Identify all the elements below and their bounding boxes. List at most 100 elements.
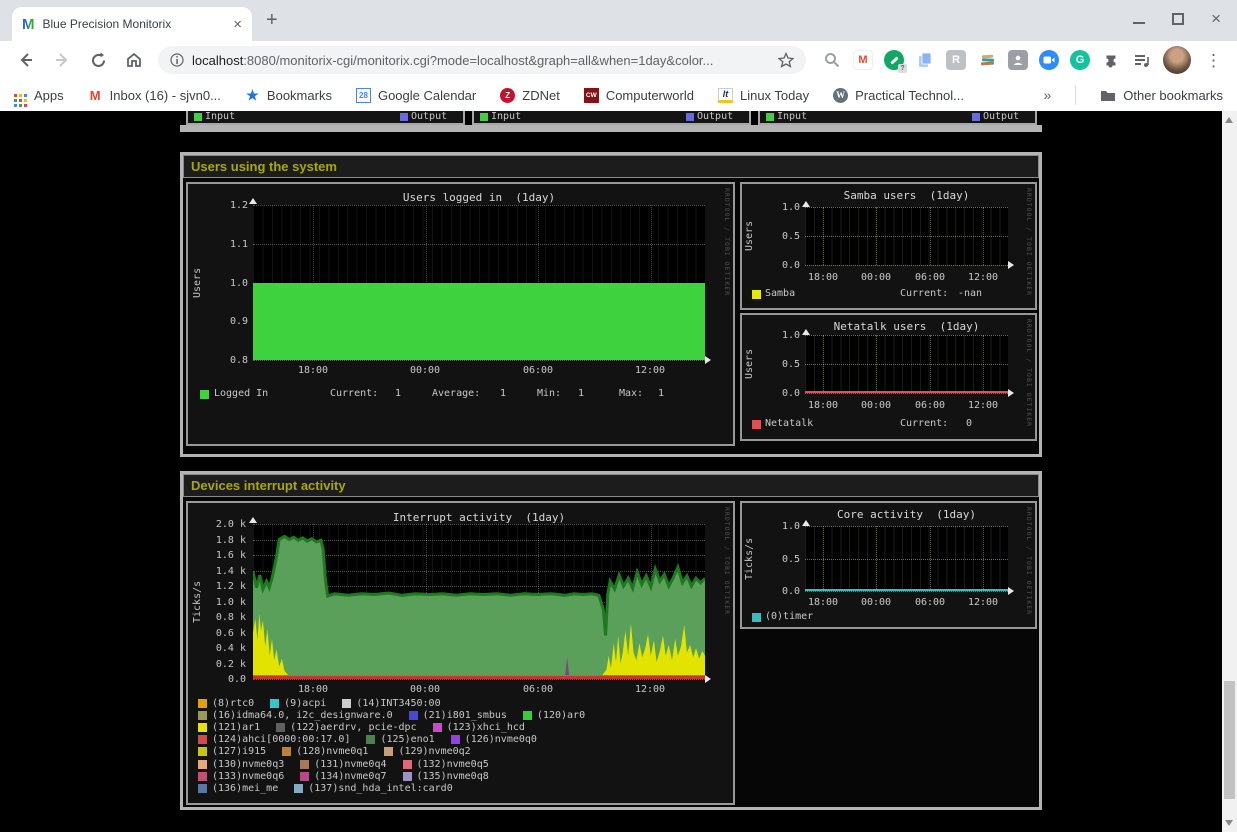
bookmarks-overflow-chevron[interactable]: »: [1044, 87, 1052, 103]
legend-swatch: [409, 711, 418, 720]
x-tick: 18:00: [803, 272, 843, 283]
legend-label: Netatalk: [765, 418, 813, 429]
x-tick: 12:00: [630, 365, 670, 376]
book-stack-icon: [979, 52, 996, 68]
legend-swatch: [282, 747, 291, 756]
legend-label: (129)nvme0q2: [398, 746, 470, 757]
forward-arrow-icon: [53, 51, 71, 69]
forward-button[interactable]: [46, 46, 78, 74]
r-extension-icon[interactable]: R: [946, 50, 966, 70]
search-extension-icon[interactable]: [822, 50, 842, 70]
legend-label: (122)aerdrv, pcie-dpc: [290, 722, 416, 733]
y-tick: 1.6 k: [202, 550, 246, 561]
y-axis-arrow-icon: [249, 198, 257, 204]
url-text[interactable]: localhost:8080/monitorix-cgi/monitorix.c…: [192, 53, 770, 68]
x-tick: 18:00: [293, 684, 333, 695]
logged-in-area-series: [253, 283, 705, 361]
y-tick: 0.9: [204, 316, 248, 327]
vertical-scrollbar[interactable]: [1222, 111, 1237, 832]
copy-pages-extension-icon[interactable]: [915, 50, 935, 70]
legend-swatch: [403, 772, 412, 781]
home-button[interactable]: [118, 46, 150, 74]
bookmark-practical-technology[interactable]: W Practical Technol...: [833, 88, 964, 103]
graph-users-logged-in[interactable]: RRDTOOL / TOBI OETIKER Users logged in (…: [186, 182, 735, 446]
graph-interrupt-activity[interactable]: RRDTOOL / TOBI OETIKER Interrupt activit…: [186, 501, 735, 805]
bookmark-inbox[interactable]: M Inbox (16) - sjvn0...: [88, 88, 221, 103]
tab-title: Blue Precision Monitorix: [43, 17, 226, 31]
legend-swatch: [300, 760, 309, 769]
x-tick: 18:00: [293, 365, 333, 376]
legend-swatch: [403, 760, 412, 769]
home-icon: [125, 51, 143, 69]
bookmark-computerworld[interactable]: CW Computerworld: [584, 88, 694, 103]
graph-panel-cut-1[interactable]: Input Output: [186, 111, 465, 125]
bookmark-zdnet[interactable]: Z ZDNet: [500, 88, 560, 103]
y-tick: 1.8 k: [202, 535, 246, 546]
legend-label: (16)idma64.0, i2c_designware.0: [212, 710, 393, 721]
window-minimize-button[interactable]: [1133, 15, 1145, 24]
reload-button[interactable]: [82, 46, 114, 74]
y-tick: 0.5: [756, 554, 800, 565]
person-card-extension-icon[interactable]: [1008, 50, 1028, 70]
other-bookmarks-folder[interactable]: Other bookmarks: [1100, 88, 1223, 103]
url-bar[interactable]: localhost:8080/monitorix-cgi/monitorix.c…: [158, 46, 806, 74]
back-button[interactable]: [10, 46, 42, 74]
page-viewport: Input Output Input Output Input Output U…: [0, 111, 1237, 832]
playlist-icon: [1134, 53, 1151, 68]
graph-netatalk-users[interactable]: RRDTOOL / TOBI OETIKER Netatalk users (1…: [740, 313, 1037, 441]
graph-panel-cut-2[interactable]: Input Output: [472, 111, 751, 125]
plot-area: [805, 207, 1008, 265]
person-icon: [1012, 54, 1024, 66]
video-call-extension-icon[interactable]: [1039, 50, 1059, 70]
extensions-puzzle-icon[interactable]: [1101, 50, 1121, 70]
legend-swatch: [294, 784, 303, 793]
bookmark-label: ZDNet: [522, 88, 560, 103]
tab-close-icon[interactable]: ×: [233, 17, 242, 32]
legend-swatch: [366, 735, 375, 744]
y-tick: 0.0: [756, 388, 800, 399]
new-tab-button[interactable]: +: [266, 9, 278, 32]
legend-label: (124)ahci[0000:00:17.0]: [212, 734, 350, 745]
y-axis-label: Users: [744, 335, 755, 393]
bookmark-linux-today[interactable]: lt Linux Today: [718, 88, 809, 103]
window-maximize-button[interactable]: [1172, 13, 1184, 25]
books-extension-icon[interactable]: [977, 50, 997, 70]
gmail-extension-icon[interactable]: M: [853, 50, 873, 70]
x-tick: 06:00: [518, 684, 558, 695]
bookmark-star-icon[interactable]: [778, 52, 794, 68]
scrollbar-up-arrow-icon[interactable]: [1225, 117, 1233, 123]
computerworld-icon: CW: [584, 88, 599, 103]
legend-label: (0)timer: [765, 611, 813, 622]
legend-label: (120)ar0: [537, 710, 585, 721]
bookmark-google-calendar[interactable]: 28 Google Calendar: [356, 88, 476, 103]
stat-value: 1: [500, 388, 506, 399]
page-info-icon[interactable]: [170, 53, 184, 67]
stat-key: Current:: [900, 418, 948, 429]
profile-avatar[interactable]: [1163, 46, 1191, 74]
legend-swatch: [198, 784, 207, 793]
chrome-menu-icon[interactable]: ⋮: [1205, 52, 1222, 69]
scrollbar-down-arrow-icon[interactable]: [1225, 820, 1233, 826]
scrollbar-thumb[interactable]: [1224, 681, 1235, 799]
window-close-button[interactable]: ×: [1211, 13, 1221, 25]
browser-tab[interactable]: M Blue Precision Monitorix ×: [12, 7, 252, 41]
grammarly-extension-icon[interactable]: G: [1070, 50, 1090, 70]
y-tick: 0.5: [756, 359, 800, 370]
handset-icon: [890, 56, 898, 64]
apps-shortcut[interactable]: Apps: [14, 88, 64, 103]
graph-panel-cut-3[interactable]: Input Output: [758, 111, 1037, 125]
phone-extension-icon[interactable]: ?: [884, 50, 904, 70]
input-swatch: [766, 113, 774, 121]
graph-core-activity[interactable]: RRDTOOL / TOBI OETIKER Core activity (1d…: [740, 501, 1037, 629]
bookmark-bookmarks[interactable]: ★ Bookmarks: [245, 88, 332, 103]
legend-item: (134)nvme0q7: [300, 771, 386, 782]
playlist-extension-icon[interactable]: [1132, 50, 1152, 70]
y-tick: 1.2 k: [202, 581, 246, 592]
y-tick: 0.0: [756, 260, 800, 271]
bookmark-label: Inbox (16) - sjvn0...: [110, 88, 221, 103]
graph-samba-users[interactable]: RRDTOOL / TOBI OETIKER Samba users (1day…: [740, 182, 1037, 310]
legend-swatch: [198, 699, 207, 708]
plot-area: [253, 205, 705, 360]
output-legend-label: Output: [411, 111, 447, 122]
y-tick: 0.2 k: [202, 659, 246, 670]
